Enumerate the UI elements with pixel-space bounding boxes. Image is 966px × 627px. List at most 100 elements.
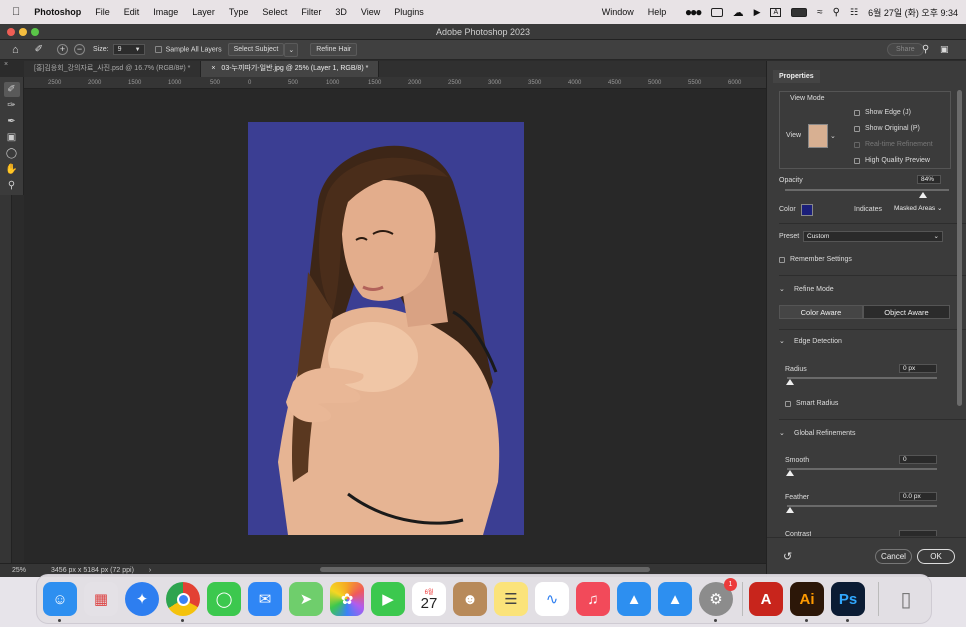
chevron-down-icon[interactable]: ⌄ (779, 337, 785, 345)
safari-icon[interactable]: ✦ (125, 582, 159, 616)
apple-icon[interactable]:  (0, 6, 27, 18)
radius-slider[interactable] (787, 377, 937, 379)
feather-slider-thumb[interactable] (786, 507, 794, 513)
battery-icon[interactable] (791, 7, 808, 17)
radius-slider-thumb[interactable] (786, 379, 794, 385)
menu-datetime[interactable]: 6월 27일 (화) 오후 9:34 (868, 6, 958, 19)
menu-3d[interactable]: 3D (328, 7, 354, 17)
radius-input[interactable]: 0 px (899, 364, 937, 373)
illustrator-icon[interactable]: Ai (790, 582, 824, 622)
photos-icon[interactable]: ✿ (330, 582, 364, 616)
keynote-icon[interactable]: ▲ (617, 582, 651, 616)
menu-window[interactable]: Window (595, 7, 641, 17)
realtime-refinement-checkbox[interactable] (854, 142, 860, 148)
indicates-dropdown[interactable]: Masked Areas ⌄ (890, 204, 950, 213)
tab-document-2[interactable]: × 03-누끼따기-일반.jpg @ 25% (Layer 1, RGB/8) * (201, 61, 380, 77)
cancel-button[interactable]: Cancel (875, 549, 912, 564)
size-dropdown-chevron-icon[interactable]: ▼ (135, 47, 141, 53)
menu-view[interactable]: View (354, 7, 387, 17)
system-settings-icon[interactable]: ⚙ 1 (699, 578, 737, 622)
menu-filter[interactable]: Filter (294, 7, 328, 17)
wifi-icon[interactable]: ≈ (817, 7, 823, 18)
zoom-level[interactable]: 25% (12, 567, 26, 574)
properties-tab[interactable]: Properties (773, 70, 820, 83)
remember-settings-checkbox[interactable] (779, 257, 785, 263)
spotlight-icon[interactable]: ⚲ (833, 7, 840, 18)
properties-scrollbar[interactable] (957, 90, 962, 406)
view-dropdown-chevron-icon[interactable]: ⌄ (830, 132, 836, 140)
chrome-icon[interactable] (166, 582, 200, 622)
workspace-icon[interactable]: ▣ (940, 44, 949, 55)
chevron-down-icon[interactable]: ⌄ (779, 429, 785, 437)
share-button[interactable]: Share (887, 43, 924, 56)
contacts-icon[interactable]: ☻ (453, 582, 487, 616)
chevron-down-icon[interactable]: ⌄ (779, 285, 785, 293)
freeform-icon[interactable]: ∿ (535, 582, 569, 616)
sample-all-layers-checkbox[interactable]: Sample All Layers (154, 45, 222, 53)
ok-button[interactable]: OK (917, 549, 955, 564)
document-info[interactable]: 3456 px x 5184 px (72 ppi) (51, 567, 134, 574)
acrobat-icon[interactable]: A (749, 582, 783, 616)
zoom-window-button[interactable] (31, 28, 39, 36)
object-aware-button[interactable]: Object Aware (863, 305, 950, 319)
menu-app-photoshop[interactable]: Photoshop (27, 7, 88, 17)
subtract-from-selection-icon[interactable]: − (74, 44, 86, 55)
smart-radius-checkbox[interactable] (785, 401, 791, 407)
mail-icon[interactable]: ✉ (248, 582, 282, 616)
refine-edge-brush-icon[interactable]: ✑ (4, 98, 20, 113)
menu-help[interactable]: Help (641, 7, 674, 17)
menu-plugins[interactable]: Plugins (387, 7, 431, 17)
trash-icon[interactable]: ▯ (889, 582, 923, 616)
tab-document-1[interactable]: [홍]김응회_강의자료_사진.psd @ 16.7% (RGB/8#) * (24, 61, 202, 77)
play-icon[interactable]: ▶ (754, 7, 761, 18)
brush-preset-icon[interactable]: ✐ (35, 44, 43, 55)
opacity-input[interactable]: 84% (917, 175, 941, 184)
color-aware-button[interactable]: Color Aware (779, 305, 863, 319)
show-edge-checkbox[interactable] (854, 110, 860, 116)
show-original-checkbox[interactable] (854, 126, 860, 132)
launchpad-icon[interactable]: ▦ (84, 582, 118, 616)
menu-type[interactable]: Type (222, 7, 256, 17)
opacity-slider[interactable] (785, 189, 949, 191)
music-icon[interactable]: ♫ (576, 582, 610, 616)
input-source-icon[interactable]: A (770, 7, 782, 17)
feather-slider[interactable] (787, 505, 937, 507)
reset-icon[interactable]: ↺ (783, 550, 792, 563)
menu-layer[interactable]: Layer (185, 7, 222, 17)
opacity-slider-thumb[interactable] (918, 192, 927, 198)
feather-input[interactable]: 0.0 px (899, 492, 937, 501)
lasso-tool-icon[interactable]: ◯ (4, 146, 20, 161)
finder-icon[interactable]: ☺ (43, 582, 77, 622)
add-to-selection-icon[interactable]: + (57, 44, 69, 55)
hand-tool-icon[interactable]: ✋ (4, 162, 20, 177)
panel-collapse-icon[interactable]: × (4, 61, 8, 68)
document-photo[interactable] (248, 122, 524, 535)
brush-tool-icon[interactable]: ✒ (4, 114, 20, 129)
menu-select[interactable]: Select (255, 7, 294, 17)
select-subject-button[interactable]: Select Subject (227, 43, 285, 56)
smooth-input[interactable]: 0 (899, 455, 937, 464)
high-quality-preview-checkbox[interactable] (854, 158, 860, 164)
view-thumbnail[interactable] (808, 124, 828, 148)
overlay-color-swatch[interactable] (801, 204, 813, 216)
dots-icon[interactable]: ●●● (685, 5, 703, 19)
creative-cloud-icon[interactable]: ☁ (733, 6, 744, 19)
control-center-icon[interactable]: ☷ (850, 7, 858, 18)
messages-icon[interactable]: ◯ (207, 582, 241, 616)
app-store-icon[interactable]: ▲ (658, 582, 692, 616)
menu-image[interactable]: Image (146, 7, 185, 17)
preset-dropdown[interactable]: Custom ⌄ (803, 231, 943, 242)
select-subject-dropdown[interactable]: ⌄ (284, 42, 299, 57)
refine-hair-button[interactable]: Refine Hair (310, 43, 358, 56)
home-icon[interactable]: ⌂ (12, 44, 19, 56)
facetime-icon[interactable]: ▶ (371, 582, 405, 616)
smooth-slider-thumb[interactable] (786, 470, 794, 476)
zoom-tool-icon[interactable]: ⚲ (4, 178, 20, 193)
search-icon[interactable]: ⚲ (922, 44, 929, 55)
contrast-input[interactable] (899, 530, 937, 536)
object-selection-tool-icon[interactable]: ▣ (4, 130, 20, 145)
screen-mirror-icon[interactable] (710, 7, 723, 17)
chevron-right-icon[interactable]: › (149, 567, 151, 574)
notes-icon[interactable]: ☰ (494, 582, 528, 616)
smooth-slider[interactable] (787, 468, 937, 470)
